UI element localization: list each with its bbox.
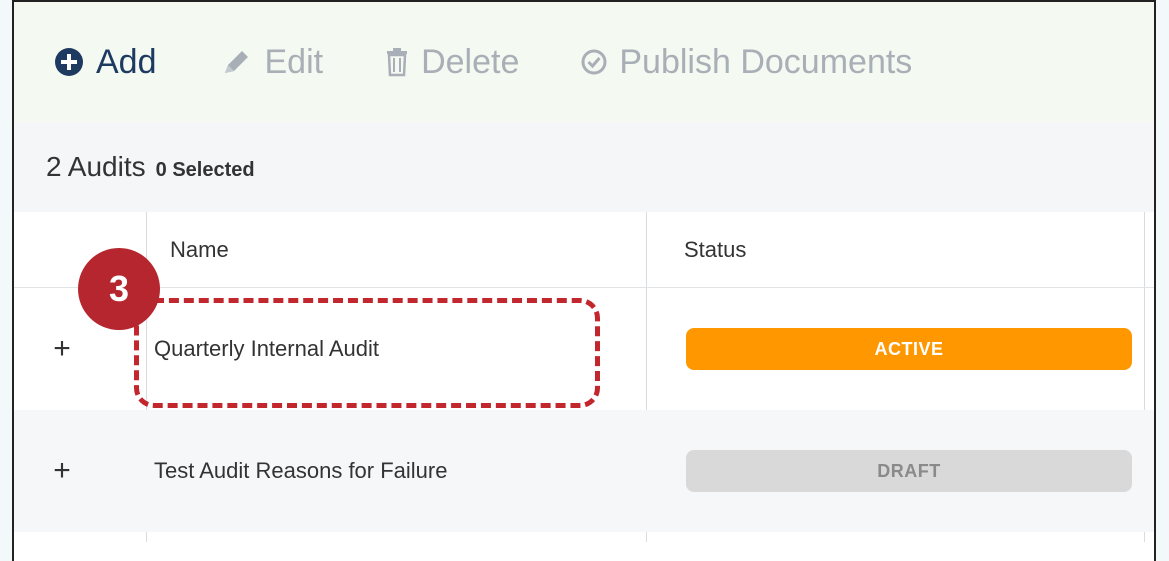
column-header-status[interactable]: Status [684, 212, 746, 288]
plus-circle-icon [54, 47, 84, 77]
check-circle-icon [581, 49, 607, 75]
audit-count: 2 Audits [46, 151, 146, 182]
trash-icon [385, 47, 409, 77]
selected-count: 0 Selected [155, 158, 255, 181]
add-button-label: Add [96, 42, 157, 81]
step-number-badge: 3 [78, 248, 160, 330]
expand-row-icon[interactable]: + [50, 456, 74, 486]
status-badge: DRAFT [686, 450, 1132, 492]
edit-button[interactable]: Edit [219, 42, 324, 82]
publish-documents-label: Publish Documents [619, 42, 913, 81]
delete-button[interactable]: Delete [385, 43, 519, 82]
expand-row-icon[interactable]: + [50, 334, 74, 364]
status-badge: ACTIVE [686, 328, 1132, 370]
toolbar: Add Edit Delete Publish Documents [14, 2, 1154, 122]
record-count-bar: 2 Audits 0 Selected [14, 122, 1154, 212]
column-header-name[interactable]: Name [170, 212, 229, 288]
audit-grid-panel: Add Edit Delete Publish Documents 2 Audi… [12, 0, 1156, 561]
add-button[interactable]: Add [54, 43, 157, 82]
publish-documents-button[interactable]: Publish Documents [581, 43, 912, 82]
edit-button-label: Edit [264, 42, 324, 81]
callout-highlight-box [134, 298, 600, 408]
pencil-icon [219, 47, 253, 77]
delete-button-label: Delete [421, 42, 520, 81]
table-header: Name Status [14, 212, 1154, 288]
table-row[interactable]: + Test Audit Reasons for Failure DRAFT [14, 410, 1154, 532]
audit-name[interactable]: Test Audit Reasons for Failure [154, 458, 447, 484]
